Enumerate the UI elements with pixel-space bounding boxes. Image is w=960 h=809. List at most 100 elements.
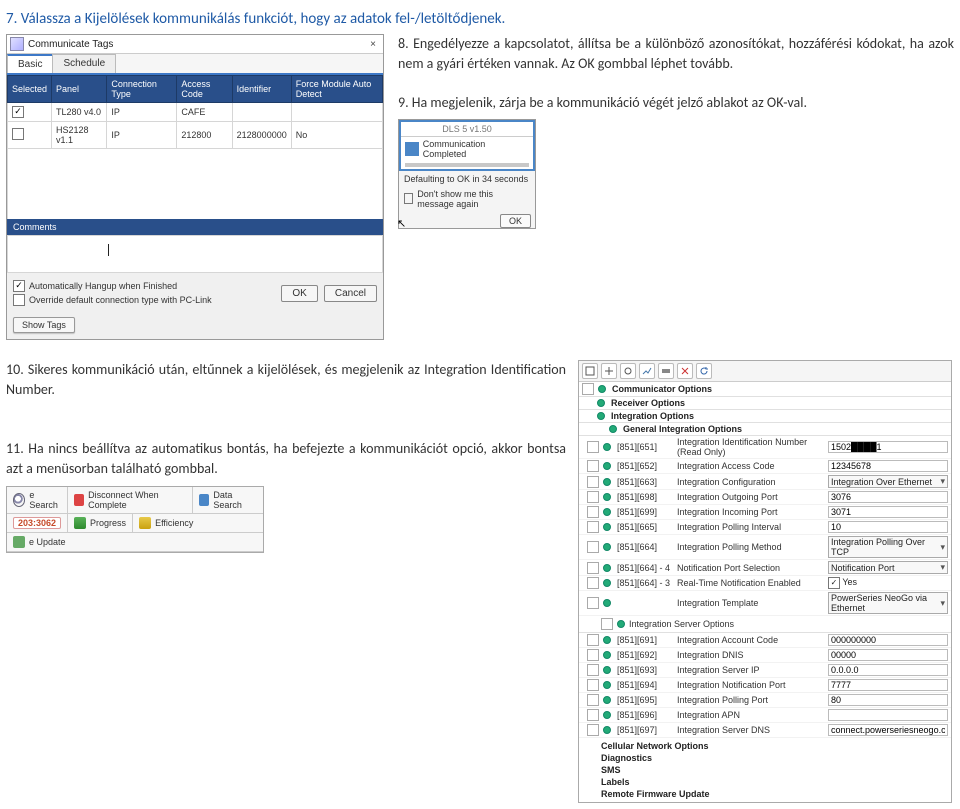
progress-button[interactable]: Progress: [68, 514, 133, 532]
header-general-integration[interactable]: General Integration Options: [623, 424, 948, 434]
table-row[interactable]: HS2128 v1.1 IP 212800 2128000000 No: [8, 122, 383, 149]
col-force-auto-detect[interactable]: Force Module Auto Detect: [291, 76, 382, 103]
row-flag[interactable]: [587, 577, 599, 589]
header-communicator-options[interactable]: Communicator Options: [612, 384, 948, 394]
e-update-button[interactable]: e Update: [7, 533, 72, 551]
col-access-code[interactable]: Access Code: [177, 76, 232, 103]
tab-schedule[interactable]: Schedule: [52, 54, 116, 73]
option-row[interactable]: [851][651]Integration Identification Num…: [579, 436, 951, 459]
option-row[interactable]: [851][665]Integration Polling Interval: [579, 520, 951, 535]
row-flag[interactable]: [587, 541, 599, 553]
option-row[interactable]: [851][696]Integration APN: [579, 708, 951, 723]
ok-button[interactable]: OK: [281, 285, 317, 302]
comments-input[interactable]: [7, 235, 383, 273]
row-flag[interactable]: [587, 491, 599, 503]
option-row[interactable]: [851][664] - 4Notification Port Selectio…: [579, 560, 951, 576]
row-flag[interactable]: [587, 562, 599, 574]
row-flag[interactable]: [587, 649, 599, 661]
status-dot-icon: [603, 651, 611, 659]
option-input[interactable]: [828, 491, 948, 503]
ok-button[interactable]: OK: [500, 214, 531, 228]
row-flag[interactable]: [587, 679, 599, 691]
option-dropdown[interactable]: Integration Over Ethernet: [828, 475, 948, 488]
auto-hangup-checkbox[interactable]: [13, 280, 25, 292]
cancel-button[interactable]: Cancel: [324, 285, 377, 302]
option-dropdown[interactable]: Notification Port: [828, 561, 948, 574]
header-integration-server[interactable]: Integration Server Options: [629, 619, 734, 629]
option-input[interactable]: [828, 521, 948, 533]
row-flag[interactable]: [587, 709, 599, 721]
option-row[interactable]: [851][694]Integration Notification Port: [579, 678, 951, 693]
toolbar-btn-4[interactable]: [639, 363, 655, 379]
option-row[interactable]: [851][698]Integration Outgoing Port: [579, 490, 951, 505]
toolbar-btn-5[interactable]: [658, 363, 674, 379]
toolbar-btn-3[interactable]: [620, 363, 636, 379]
status-dot-icon: [603, 493, 611, 501]
toolbar-btn-6[interactable]: [677, 363, 693, 379]
dialog-titlebar[interactable]: Communicate Tags ×: [7, 35, 383, 54]
dont-show-checkbox[interactable]: [404, 193, 413, 204]
option-desc: Integration Polling Port: [677, 695, 824, 705]
option-dropdown[interactable]: Integration Polling Over TCP: [828, 536, 948, 558]
toolbar-btn-2[interactable]: [601, 363, 617, 379]
option-checkbox[interactable]: [828, 577, 840, 589]
toolbar-refresh-icon[interactable]: [696, 363, 712, 379]
col-identifier[interactable]: Identifier: [232, 76, 291, 103]
row-flag[interactable]: [587, 460, 599, 472]
row-flag[interactable]: [587, 476, 599, 488]
option-input[interactable]: [828, 634, 948, 646]
option-row[interactable]: [851][664]Integration Polling MethodInte…: [579, 535, 951, 560]
row-flag[interactable]: [587, 634, 599, 646]
option-desc: Integration Template: [677, 598, 824, 608]
row-flag[interactable]: [587, 597, 599, 609]
disconnect-button[interactable]: Disconnect When Complete: [68, 487, 193, 513]
opt-remote-firmware[interactable]: Remote Firmware Update: [601, 788, 929, 800]
row-flag[interactable]: [587, 694, 599, 706]
tab-basic[interactable]: Basic: [7, 54, 53, 73]
close-icon[interactable]: ×: [366, 39, 380, 50]
row-flag[interactable]: [587, 441, 599, 453]
show-tags-button[interactable]: Show Tags: [13, 317, 75, 333]
e-search-button[interactable]: e Search: [7, 487, 68, 513]
table-row[interactable]: TL280 v4.0 IP CAFE: [8, 103, 383, 122]
col-selected[interactable]: Selected: [8, 76, 52, 103]
row-flag[interactable]: [587, 664, 599, 676]
option-row[interactable]: [851][692]Integration DNIS: [579, 648, 951, 663]
option-input[interactable]: [828, 441, 948, 453]
option-dropdown[interactable]: PowerSeries NeoGo via Ethernet: [828, 592, 948, 614]
option-desc: Integration Access Code: [677, 461, 824, 471]
row-flag[interactable]: [587, 724, 599, 736]
option-row[interactable]: [851][663]Integration ConfigurationInteg…: [579, 474, 951, 490]
option-input[interactable]: [828, 694, 948, 706]
option-row[interactable]: [851][693]Integration Server IP: [579, 663, 951, 678]
option-row[interactable]: [851][699]Integration Incoming Port: [579, 505, 951, 520]
option-row[interactable]: [851][664] - 3Real-Time Notification Ena…: [579, 576, 951, 591]
option-input[interactable]: [828, 506, 948, 518]
option-row[interactable]: [851][652]Integration Access Code: [579, 459, 951, 474]
row-checkbox[interactable]: [12, 128, 24, 140]
option-input[interactable]: [828, 460, 948, 472]
opt-sms[interactable]: SMS: [601, 764, 929, 776]
row-checkbox[interactable]: [12, 106, 24, 118]
option-row[interactable]: [851][695]Integration Polling Port: [579, 693, 951, 708]
option-input[interactable]: [828, 724, 948, 736]
header-receiver-options[interactable]: Receiver Options: [611, 398, 948, 408]
data-search-button[interactable]: Data Search: [193, 487, 263, 513]
option-row[interactable]: [851][697]Integration Server DNS: [579, 723, 951, 738]
override-checkbox[interactable]: [13, 294, 25, 306]
opt-diagnostics[interactable]: Diagnostics: [601, 752, 929, 764]
opt-labels[interactable]: Labels: [601, 776, 929, 788]
header-integration-options[interactable]: Integration Options: [611, 411, 948, 421]
option-row[interactable]: Integration Template PowerSeries NeoGo vi…: [579, 591, 951, 616]
option-input[interactable]: [828, 709, 948, 721]
option-input[interactable]: [828, 679, 948, 691]
row-flag[interactable]: [587, 521, 599, 533]
efficiency-button[interactable]: Efficiency: [133, 514, 199, 532]
opt-cellular[interactable]: Cellular Network Options: [601, 740, 929, 752]
row-flag[interactable]: [587, 506, 599, 518]
toolbar-btn-1[interactable]: [582, 363, 598, 379]
col-connection-type[interactable]: Connection Type: [107, 76, 177, 103]
option-input[interactable]: [828, 664, 948, 676]
col-panel[interactable]: Panel: [52, 76, 107, 103]
option-input[interactable]: [828, 649, 948, 661]
